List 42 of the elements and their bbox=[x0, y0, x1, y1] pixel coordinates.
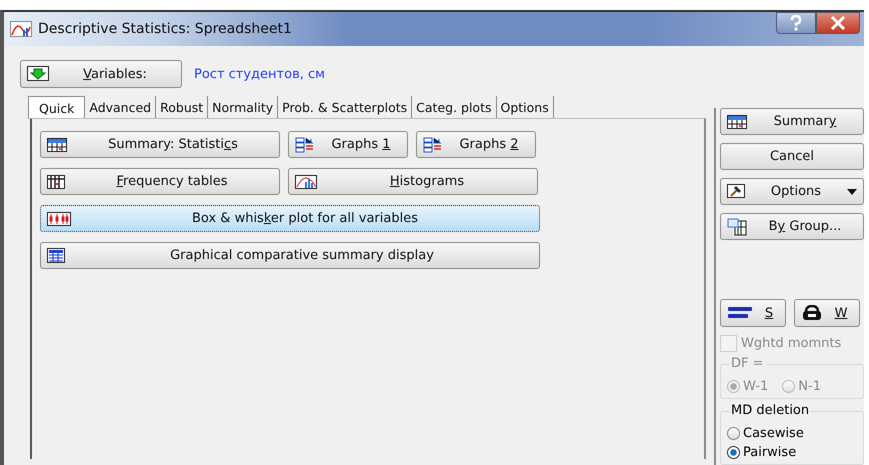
down-arrow-icon bbox=[27, 66, 49, 82]
action-button[interactable]: Box & whisker plot for all variables bbox=[40, 205, 540, 232]
action-button[interactable]: Graphs 1 bbox=[288, 131, 408, 158]
action-button[interactable]: Frequency tables bbox=[40, 168, 280, 195]
action-button[interactable]: Histograms bbox=[288, 168, 538, 195]
radio-label: N-1 bbox=[798, 379, 821, 394]
selected-variable: Рост студентов, см bbox=[194, 66, 325, 82]
side-button[interactable]: Cancel bbox=[720, 143, 864, 170]
hammer-icon bbox=[727, 184, 745, 200]
case-button[interactable]: S bbox=[720, 299, 786, 327]
action-button[interactable]: Graphical comparative summary display bbox=[40, 242, 540, 269]
side-button[interactable]: By Group... bbox=[720, 213, 864, 240]
side-button[interactable]: Summary bbox=[720, 108, 864, 135]
histogram-icon bbox=[295, 174, 317, 188]
action-button[interactable]: Graphs 2 bbox=[416, 131, 536, 158]
checkbox-label: Wghtd momnts bbox=[741, 336, 842, 351]
case-button[interactable]: W bbox=[794, 299, 860, 327]
action-button[interactable]: Summary: Statistics bbox=[40, 131, 280, 158]
table-grid-icon bbox=[47, 138, 67, 152]
select-cases-icon bbox=[727, 305, 753, 321]
box-plot-icon bbox=[47, 212, 71, 226]
table-icon bbox=[47, 248, 65, 263]
tab[interactable]: Quick bbox=[28, 96, 86, 119]
radio-label: Pairwise bbox=[743, 445, 796, 460]
radio-label: W-1 bbox=[743, 379, 768, 394]
side-button[interactable]: Options bbox=[720, 178, 864, 205]
table-grid-icon bbox=[727, 114, 747, 128]
close-icon bbox=[830, 16, 846, 30]
help-button[interactable] bbox=[776, 12, 816, 34]
chart-icon bbox=[10, 21, 32, 37]
question-mark-icon bbox=[790, 15, 802, 31]
frequency-table-icon bbox=[47, 174, 65, 188]
radio-button[interactable] bbox=[727, 427, 740, 440]
graphs-icon bbox=[295, 136, 315, 152]
window-title: Descriptive Statistics: Spreadsheet1 bbox=[38, 21, 292, 37]
radio-button[interactable] bbox=[727, 446, 740, 459]
by-group-icon bbox=[727, 218, 747, 236]
graphs-icon bbox=[423, 136, 443, 152]
close-button[interactable] bbox=[816, 12, 860, 34]
weight-icon bbox=[801, 305, 823, 321]
radio-label: Casewise bbox=[743, 426, 804, 441]
variables-button[interactable]: Variables: bbox=[20, 60, 182, 88]
